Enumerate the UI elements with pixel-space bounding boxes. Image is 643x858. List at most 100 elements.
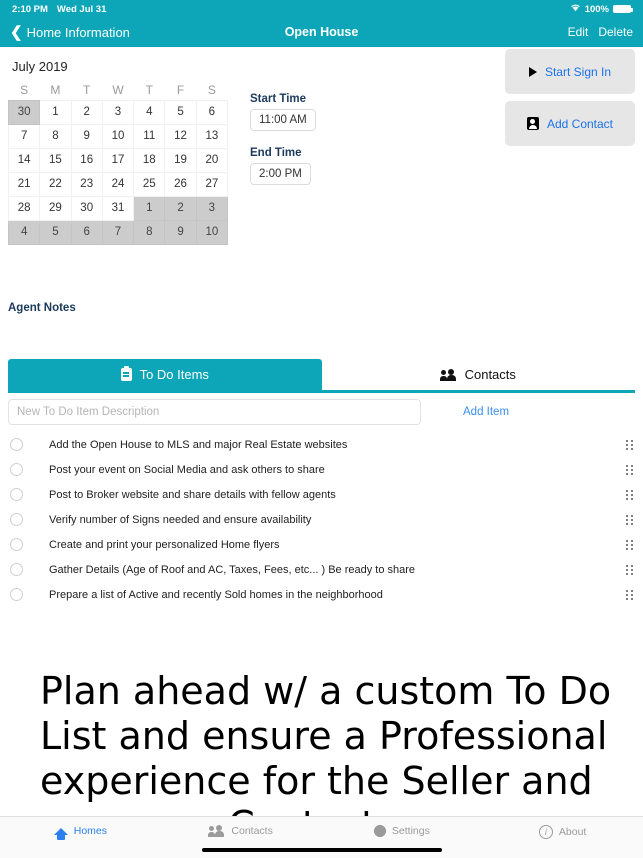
drag-handle-icon[interactable] xyxy=(626,464,633,475)
todo-checkbox[interactable] xyxy=(10,538,23,551)
new-todo-input[interactable] xyxy=(8,399,421,425)
calendar-day-cell[interactable]: 3 xyxy=(195,195,229,221)
tab-contacts-label: Contacts xyxy=(464,367,516,382)
calendar-day-cell[interactable]: 17 xyxy=(101,147,135,173)
todo-checkbox[interactable] xyxy=(10,488,23,501)
todo-row: Gather Details (Age of Roof and AC, Taxe… xyxy=(0,557,643,582)
calendar-day-cell[interactable]: 29 xyxy=(39,195,72,221)
calendar-day-cell[interactable]: 4 xyxy=(7,219,41,245)
todo-row: Prepare a list of Active and recently So… xyxy=(0,582,643,607)
app-screen: 2:10 PM Wed Jul 31 100% ❮ Home Informati… xyxy=(0,0,643,858)
side-action-buttons: Start Sign In Add Contact xyxy=(505,49,635,153)
chevron-left-icon: ❮ xyxy=(10,23,23,41)
calendar-day-cell[interactable]: 23 xyxy=(70,171,103,197)
calendar-day-cell[interactable]: 2 xyxy=(164,195,197,221)
tab-todo-items[interactable]: To Do Items xyxy=(8,359,322,390)
back-button[interactable]: ❮ Home Information xyxy=(10,25,130,40)
calendar-day-cell[interactable]: 5 xyxy=(164,99,197,125)
calendar-day-cell[interactable]: 8 xyxy=(133,219,166,245)
calendar-week-row: 21 22 23 24 25 26 27 xyxy=(7,171,229,197)
calendar-day-cell[interactable]: 28 xyxy=(7,195,41,221)
calendar-day-cell[interactable]: 22 xyxy=(39,171,72,197)
todo-checkbox[interactable] xyxy=(10,588,23,601)
calendar-day-cell[interactable]: 14 xyxy=(7,147,41,173)
start-time-value[interactable]: 11:00 AM xyxy=(250,109,316,131)
tab-bar-item-about[interactable]: i About xyxy=(482,825,643,839)
calendar-day-cell[interactable]: 6 xyxy=(195,99,229,125)
tab-bar-item-settings[interactable]: Settings xyxy=(322,825,483,837)
calendar-weekday-5: F xyxy=(176,82,185,97)
add-item-button[interactable]: Add Item xyxy=(463,406,509,418)
calendar-day-cell[interactable]: 30 xyxy=(70,195,103,221)
calendar-day-cell[interactable]: 7 xyxy=(7,123,41,149)
calendar-grid[interactable]: SMTWTFS 30 1 2 3 4 5 6 7 8 9 10 11 12 13 14 15 16 17 18 19 2… xyxy=(7,80,229,245)
calendar-day-cell[interactable]: 1 xyxy=(133,195,166,221)
todo-item-label: Prepare a list of Active and recently So… xyxy=(49,588,383,601)
calendar-day-cell[interactable]: 9 xyxy=(164,219,197,245)
drag-handle-icon[interactable] xyxy=(626,439,633,450)
drag-handle-icon[interactable] xyxy=(626,564,633,575)
back-button-label: Home Information xyxy=(26,24,130,40)
calendar: July 2019 SMTWTFS 30 1 2 3 4 5 6 7 8 9 10 11 12 13 14 1… xyxy=(7,59,229,245)
drag-handle-icon[interactable] xyxy=(626,539,633,550)
tab-bar-item-homes[interactable]: Homes xyxy=(0,825,161,840)
end-time-value[interactable]: 2:00 PM xyxy=(250,163,311,185)
calendar-day-cell[interactable]: 30 xyxy=(7,99,41,125)
drag-handle-icon[interactable] xyxy=(626,514,633,525)
calendar-day-cell[interactable]: 9 xyxy=(70,123,103,149)
calendar-day-cell[interactable]: 5 xyxy=(39,219,72,245)
calendar-day-cell[interactable]: 2 xyxy=(70,99,103,125)
drag-handle-icon[interactable] xyxy=(626,589,633,600)
calendar-day-cell[interactable]: 16 xyxy=(70,147,103,173)
todo-checkbox[interactable] xyxy=(10,438,23,451)
tab-todo-items-label: To Do Items xyxy=(139,367,209,382)
drag-handle-icon[interactable] xyxy=(626,489,633,500)
tab-contacts[interactable]: Contacts xyxy=(321,359,635,390)
todo-row: Create and print your personalized Home … xyxy=(0,532,643,557)
calendar-weekday-4: T xyxy=(145,82,153,97)
calendar-day-cell[interactable]: 8 xyxy=(39,123,72,149)
calendar-day-cell[interactable]: 26 xyxy=(164,171,197,197)
calendar-day-cell[interactable]: 1 xyxy=(39,99,72,125)
todo-row: Verify number of Signs needed and ensure… xyxy=(0,507,643,532)
calendar-day-cell[interactable]: 3 xyxy=(101,99,135,125)
start-time-label: Start Time xyxy=(250,93,307,105)
todo-checkbox[interactable] xyxy=(10,563,23,576)
start-sign-in-button[interactable]: Start Sign In xyxy=(505,49,635,94)
calendar-day-cell[interactable]: 19 xyxy=(164,147,197,173)
calendar-day-cell[interactable]: 4 xyxy=(133,99,166,125)
todo-checkbox[interactable] xyxy=(10,463,23,476)
calendar-day-cell[interactable]: 13 xyxy=(195,123,229,149)
contact-card-icon xyxy=(526,117,539,130)
gear-icon xyxy=(373,825,386,837)
tab-bar-item-contacts[interactable]: Contacts xyxy=(161,825,322,837)
battery-percent: 100% xyxy=(584,3,609,15)
calendar-day-cell[interactable]: 10 xyxy=(101,123,135,149)
calendar-day-cell[interactable]: 6 xyxy=(70,219,103,245)
todo-checkbox[interactable] xyxy=(10,513,23,526)
calendar-day-cell[interactable]: 10 xyxy=(195,219,229,245)
todo-item-label: Post your event on Social Media and ask … xyxy=(49,463,325,476)
calendar-day-cell[interactable]: 12 xyxy=(164,123,197,149)
end-time-label: End Time xyxy=(250,147,302,159)
calendar-day-cell[interactable]: 18 xyxy=(133,147,166,173)
delete-button[interactable]: Delete xyxy=(598,25,633,39)
status-bar-left: 2:10 PM Wed Jul 31 xyxy=(12,4,106,15)
edit-button[interactable]: Edit xyxy=(568,25,589,39)
status-date: Wed Jul 31 xyxy=(56,3,107,15)
calendar-day-cell[interactable]: 11 xyxy=(133,123,166,149)
agent-notes-label: Agent Notes xyxy=(8,302,76,314)
calendar-day-cell[interactable]: 21 xyxy=(7,171,41,197)
calendar-weekday-0: S xyxy=(20,82,29,97)
calendar-day-cell[interactable]: 15 xyxy=(39,147,72,173)
calendar-day-cell[interactable]: 20 xyxy=(195,147,229,173)
add-contact-button[interactable]: Add Contact xyxy=(505,101,635,146)
calendar-day-cell[interactable]: 24 xyxy=(101,171,135,197)
calendar-day-cell[interactable]: 7 xyxy=(101,219,135,245)
todo-row: Add the Open House to MLS and major Real… xyxy=(0,432,643,457)
calendar-day-cell[interactable]: 31 xyxy=(101,195,135,221)
calendar-day-cell[interactable]: 25 xyxy=(133,171,166,197)
status-bar: 2:10 PM Wed Jul 31 100% xyxy=(0,0,643,18)
calendar-day-cell[interactable]: 27 xyxy=(195,171,229,197)
